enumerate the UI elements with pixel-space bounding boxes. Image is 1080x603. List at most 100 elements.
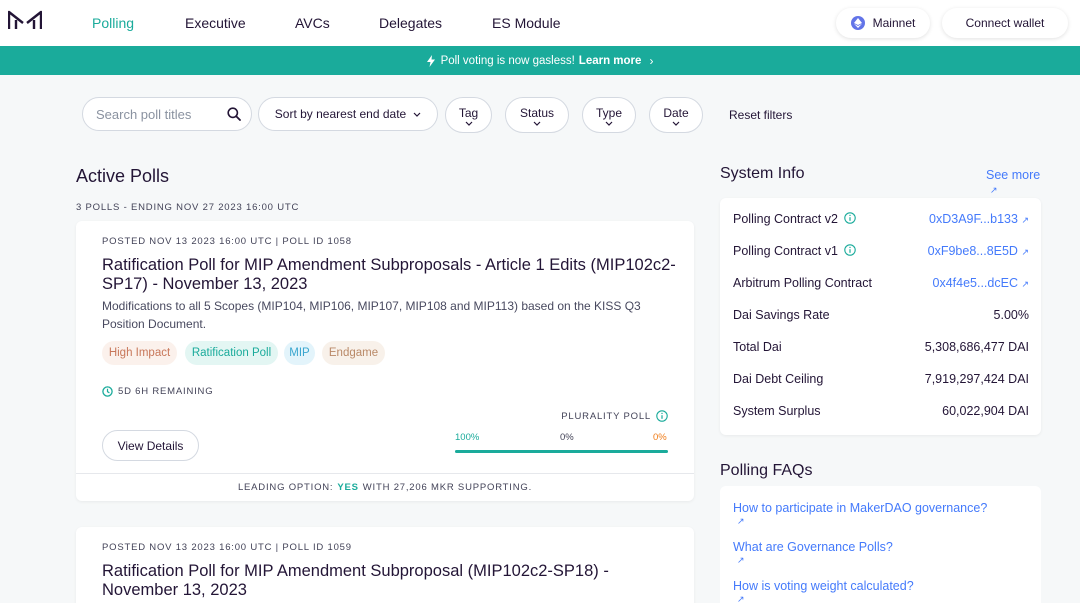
chevron-down-icon xyxy=(413,112,421,117)
type-filter[interactable]: Type xyxy=(582,97,636,133)
tag-filter-label: Tag xyxy=(458,106,479,120)
info-label-text: Polling Contract v2 xyxy=(733,212,838,226)
poll-card: POSTED NOV 13 2023 16:00 UTC | POLL ID 1… xyxy=(76,527,694,603)
leading-prefix: LEADING OPTION: xyxy=(237,482,334,493)
nav-polling[interactable]: Polling xyxy=(92,15,134,31)
leading-option: YES xyxy=(337,482,359,493)
faq-link[interactable]: What are Governance Polls? ↗ xyxy=(733,540,893,566)
tag-filter[interactable]: Tag xyxy=(445,97,492,133)
view-details-button[interactable]: View Details xyxy=(102,430,199,461)
info-value-link[interactable]: 0xD3A9F...b133 ↗ xyxy=(929,212,1029,226)
see-more-link[interactable]: See more ↗ xyxy=(986,168,1040,196)
maker-logo-icon[interactable] xyxy=(8,9,42,31)
nav-executive[interactable]: Executive xyxy=(185,15,246,31)
status-filter[interactable]: Status xyxy=(505,97,569,133)
poll-description: Modifications to all 5 Scopes (MIP104, M… xyxy=(102,299,641,331)
system-info-heading: System Info xyxy=(720,165,805,182)
info-icon[interactable] xyxy=(844,244,857,256)
option-percent-abstain: 0% xyxy=(653,432,667,443)
poll-type: PLURALITY POLL xyxy=(561,410,668,422)
chevron-down-icon xyxy=(672,121,680,126)
faq-link-text: How is voting weight calculated? xyxy=(733,579,914,593)
info-row-arbitrum: Arbitrum Polling Contract 0x4f4e5...dcEC… xyxy=(733,276,1029,296)
network-selector[interactable]: Mainnet xyxy=(836,8,930,38)
contract-address: 0xD3A9F...b133 xyxy=(929,212,1018,226)
option-percent-no: 0% xyxy=(560,432,574,443)
tag-endgame[interactable]: Endgame xyxy=(322,341,385,365)
info-row-debt-ceiling: Dai Debt Ceiling 7,919,297,424 DAI xyxy=(733,372,1029,392)
sort-dropdown[interactable]: Sort by nearest end date xyxy=(258,97,438,131)
external-link-icon: ↗ xyxy=(1021,215,1029,225)
nav-avcs[interactable]: AVCs xyxy=(295,15,330,31)
chevron-down-icon xyxy=(533,121,541,126)
top-header: Polling Executive AVCs Delegates ES Modu… xyxy=(0,0,1080,46)
external-link-icon: ↗ xyxy=(990,185,998,195)
info-row-total-dai: Total Dai 5,308,686,477 DAI xyxy=(733,340,1029,360)
poll-progress-fill xyxy=(455,450,668,453)
info-label: Dai Savings Rate xyxy=(733,308,830,322)
reset-filters-button[interactable]: Reset filters xyxy=(729,108,792,122)
info-label: Polling Contract v2 xyxy=(733,212,857,226)
info-label-text: Polling Contract v1 xyxy=(733,244,838,258)
type-filter-label: Type xyxy=(595,106,622,120)
search-input[interactable]: Search poll titles xyxy=(82,97,252,131)
remaining-label: 5D 6H REMAINING xyxy=(118,386,214,397)
poll-progress-bar xyxy=(455,450,668,453)
info-value-link[interactable]: 0xF9be8...8E5D ↗ xyxy=(928,244,1029,258)
info-icon[interactable] xyxy=(844,212,857,224)
external-link-icon: ↗ xyxy=(737,555,745,565)
banner-text: Poll voting is now gasless! xyxy=(440,54,575,67)
active-polls-heading: Active Polls xyxy=(76,166,170,186)
nav-delegates[interactable]: Delegates xyxy=(379,15,442,31)
info-label: Arbitrum Polling Contract xyxy=(733,276,872,290)
date-filter[interactable]: Date xyxy=(649,97,703,133)
search-icon[interactable] xyxy=(227,107,241,121)
poll-title[interactable]: Ratification Poll for MIP Amendment Subp… xyxy=(102,562,677,600)
info-row-polling-v2: Polling Contract v2 0xD3A9F...b133 ↗ xyxy=(733,212,1029,232)
clock-icon xyxy=(102,386,113,397)
info-icon[interactable] xyxy=(656,410,668,422)
poll-posted-meta: POSTED NOV 13 2023 16:00 UTC | POLL ID 1… xyxy=(102,542,352,553)
network-label: Mainnet xyxy=(872,16,916,30)
info-value: 5,308,686,477 DAI xyxy=(924,340,1029,354)
info-label: Polling Contract v1 xyxy=(733,244,857,258)
tag-high-impact[interactable]: High Impact xyxy=(102,341,177,365)
ethereum-icon xyxy=(850,16,865,30)
external-link-icon: ↗ xyxy=(737,594,745,603)
poll-title[interactable]: Ratification Poll for MIP Amendment Subp… xyxy=(102,256,677,294)
nav-es-module[interactable]: ES Module xyxy=(492,15,560,31)
faq-link[interactable]: How is voting weight calculated? ↗ xyxy=(733,579,914,603)
system-info-card: Polling Contract v2 0xD3A9F...b133 ↗ Pol… xyxy=(720,198,1041,435)
info-row-polling-v1: Polling Contract v1 0xF9be8...8E5D ↗ xyxy=(733,244,1029,264)
leading-option-footer: LEADING OPTION: YES WITH 27,206 MKR SUPP… xyxy=(76,473,694,501)
search-placeholder: Search poll titles xyxy=(96,107,192,122)
info-value: 7,919,297,424 DAI xyxy=(924,372,1029,386)
chevron-down-icon xyxy=(465,121,473,126)
contract-address: 0xF9be8...8E5D xyxy=(927,244,1018,258)
sort-label: Sort by nearest end date xyxy=(274,107,407,121)
polling-faqs-heading: Polling FAQs xyxy=(720,462,813,479)
leading-suffix: WITH 27,206 MKR SUPPORTING. xyxy=(362,482,533,493)
info-row-surplus: System Surplus 60,022,904 DAI xyxy=(733,404,1029,424)
lightning-icon xyxy=(426,54,435,67)
info-value-link[interactable]: 0x4f4e5...dcEC ↗ xyxy=(933,276,1030,290)
faq-link[interactable]: How to participate in MakerDAO governanc… xyxy=(733,501,987,527)
connect-wallet-button[interactable]: Connect wallet xyxy=(942,8,1068,38)
see-more-label: See more xyxy=(986,168,1041,182)
external-link-icon: ↗ xyxy=(1021,279,1029,289)
learn-more-link[interactable]: Learn more xyxy=(579,55,642,67)
status-filter-label: Status xyxy=(519,106,555,120)
chevron-right-icon[interactable]: › xyxy=(649,54,653,68)
connect-wallet-label: Connect wallet xyxy=(965,16,1045,30)
tag-ratification-poll[interactable]: Ratification Poll xyxy=(185,341,278,365)
contract-address: 0x4f4e5...dcEC xyxy=(932,276,1018,290)
external-link-icon: ↗ xyxy=(1021,247,1029,257)
info-label: Total Dai xyxy=(733,340,782,354)
info-label: Dai Debt Ceiling xyxy=(733,372,824,386)
chevron-down-icon xyxy=(605,121,613,126)
gasless-banner: Poll voting is now gasless! Learn more › xyxy=(0,46,1080,75)
faq-link-text: What are Governance Polls? xyxy=(733,540,893,554)
info-value: 60,022,904 DAI xyxy=(942,404,1029,418)
poll-remaining: 5D 6H REMAINING xyxy=(102,386,213,397)
tag-mip[interactable]: MIP xyxy=(284,341,315,365)
